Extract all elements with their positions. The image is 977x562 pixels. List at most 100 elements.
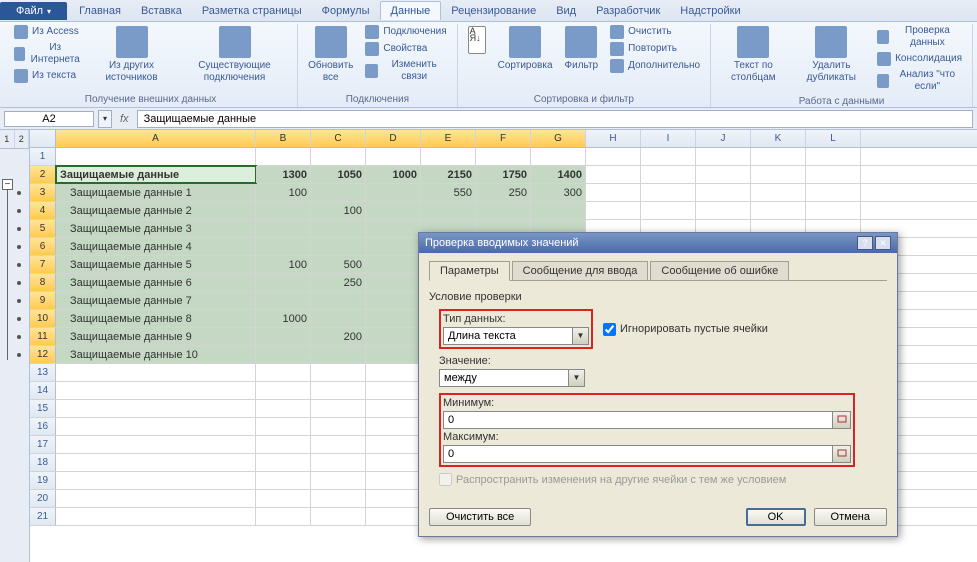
cell-B7[interactable]: 100 [256, 256, 311, 273]
row-header-5[interactable]: 5 [30, 220, 56, 237]
cell-D8[interactable] [366, 274, 421, 291]
btn-existing-conn[interactable]: Существующие подключения [178, 24, 291, 86]
btn-whatif[interactable]: Анализ "что если" [873, 68, 966, 94]
cell-C3[interactable] [311, 184, 366, 201]
btn-from-web[interactable]: Из Интернета [10, 41, 85, 67]
cell-D7[interactable] [366, 256, 421, 273]
row-header-14[interactable]: 14 [30, 382, 56, 399]
dlg-tab-error-msg[interactable]: Сообщение об ошибке [650, 261, 789, 281]
cell-C11[interactable]: 200 [311, 328, 366, 345]
cell-D1[interactable] [366, 148, 421, 165]
cell-A18[interactable] [56, 454, 256, 471]
cell-C21[interactable] [311, 508, 366, 525]
row-header-10[interactable]: 10 [30, 310, 56, 327]
type-dropdown-btn[interactable]: ▼ [573, 327, 589, 345]
row-header-1[interactable]: 1 [30, 148, 56, 165]
cell-A13[interactable] [56, 364, 256, 381]
col-header-I[interactable]: I [641, 130, 696, 147]
row-header-11[interactable]: 11 [30, 328, 56, 345]
cell-D12[interactable] [366, 346, 421, 363]
row-header-17[interactable]: 17 [30, 436, 56, 453]
cell-C17[interactable] [311, 436, 366, 453]
btn-data-validation[interactable]: Проверка данных [873, 24, 966, 50]
cell-F4[interactable] [476, 202, 531, 219]
cell-B11[interactable] [256, 328, 311, 345]
data-dropdown-btn[interactable]: ▼ [569, 369, 585, 387]
name-box[interactable] [4, 111, 94, 127]
cell-I1[interactable] [641, 148, 696, 165]
formula-input[interactable] [137, 110, 973, 128]
cell-A20[interactable] [56, 490, 256, 507]
cell-C16[interactable] [311, 418, 366, 435]
dlg-tab-input-msg[interactable]: Сообщение для ввода [512, 261, 649, 281]
cell-B2[interactable]: 1300 [256, 166, 311, 183]
cell-D9[interactable] [366, 292, 421, 309]
cell-D13[interactable] [366, 364, 421, 381]
tab-home[interactable]: Главная [69, 2, 131, 20]
cell-D6[interactable] [366, 238, 421, 255]
clear-all-button[interactable]: Очистить все [429, 508, 531, 526]
cell-B17[interactable] [256, 436, 311, 453]
cell-H3[interactable] [586, 184, 641, 201]
cell-C12[interactable] [311, 346, 366, 363]
cell-C4[interactable]: 100 [311, 202, 366, 219]
row-header-3[interactable]: 3 [30, 184, 56, 201]
btn-clear-filter[interactable]: Очистить [606, 24, 704, 40]
cell-D5[interactable] [366, 220, 421, 237]
btn-connections[interactable]: Подключения [361, 24, 450, 40]
cell-A14[interactable] [56, 382, 256, 399]
cell-H1[interactable] [586, 148, 641, 165]
cell-A16[interactable] [56, 418, 256, 435]
cell-C2[interactable]: 1050 [311, 166, 366, 183]
col-header-L[interactable]: L [806, 130, 861, 147]
dialog-close-button[interactable]: ✕ [875, 236, 891, 250]
col-header-D[interactable]: D [366, 130, 421, 147]
cell-B15[interactable] [256, 400, 311, 417]
cell-A5[interactable]: Защищаемые данные 3 [56, 220, 256, 237]
btn-advanced-filter[interactable]: Дополнительно [606, 58, 704, 74]
row-header-9[interactable]: 9 [30, 292, 56, 309]
btn-consolidate[interactable]: Консолидация [873, 51, 966, 67]
cell-C15[interactable] [311, 400, 366, 417]
ignore-blank-checkbox[interactable]: Игнорировать пустые ячейки [603, 323, 768, 336]
cell-A17[interactable] [56, 436, 256, 453]
cell-C10[interactable] [311, 310, 366, 327]
cell-B19[interactable] [256, 472, 311, 489]
ignore-blank-input[interactable] [603, 323, 616, 336]
btn-properties[interactable]: Свойства [361, 41, 450, 57]
col-header-G[interactable]: G [531, 130, 586, 147]
cell-K3[interactable] [751, 184, 806, 201]
tab-addins[interactable]: Надстройки [670, 2, 750, 20]
cell-H4[interactable] [586, 202, 641, 219]
btn-sort[interactable]: Сортировка [494, 24, 557, 74]
cell-D14[interactable] [366, 382, 421, 399]
tab-pagelayout[interactable]: Разметка страницы [192, 2, 312, 20]
cell-F1[interactable] [476, 148, 531, 165]
cell-B18[interactable] [256, 454, 311, 471]
max-ref-button[interactable] [833, 445, 851, 463]
row-header-7[interactable]: 7 [30, 256, 56, 273]
cell-D17[interactable] [366, 436, 421, 453]
cell-B3[interactable]: 100 [256, 184, 311, 201]
cell-D4[interactable] [366, 202, 421, 219]
btn-from-text[interactable]: Из текста [10, 68, 85, 84]
cell-H2[interactable] [586, 166, 641, 183]
cell-F3[interactable]: 250 [476, 184, 531, 201]
cell-L1[interactable] [806, 148, 861, 165]
cell-A12[interactable]: Защищаемые данные 10 [56, 346, 256, 363]
cell-D18[interactable] [366, 454, 421, 471]
cell-A4[interactable]: Защищаемые данные 2 [56, 202, 256, 219]
btn-remove-dup[interactable]: Удалить дубликаты [794, 24, 870, 86]
cell-F2[interactable]: 1750 [476, 166, 531, 183]
cell-E3[interactable]: 550 [421, 184, 476, 201]
outline-level-1[interactable]: 1 [0, 130, 15, 148]
cell-A19[interactable] [56, 472, 256, 489]
cell-J2[interactable] [696, 166, 751, 183]
cell-A10[interactable]: Защищаемые данные 8 [56, 310, 256, 327]
cell-I3[interactable] [641, 184, 696, 201]
fx-button[interactable]: fx [116, 113, 133, 125]
cell-A6[interactable]: Защищаемые данные 4 [56, 238, 256, 255]
cell-D16[interactable] [366, 418, 421, 435]
cell-C20[interactable] [311, 490, 366, 507]
row-header-13[interactable]: 13 [30, 364, 56, 381]
